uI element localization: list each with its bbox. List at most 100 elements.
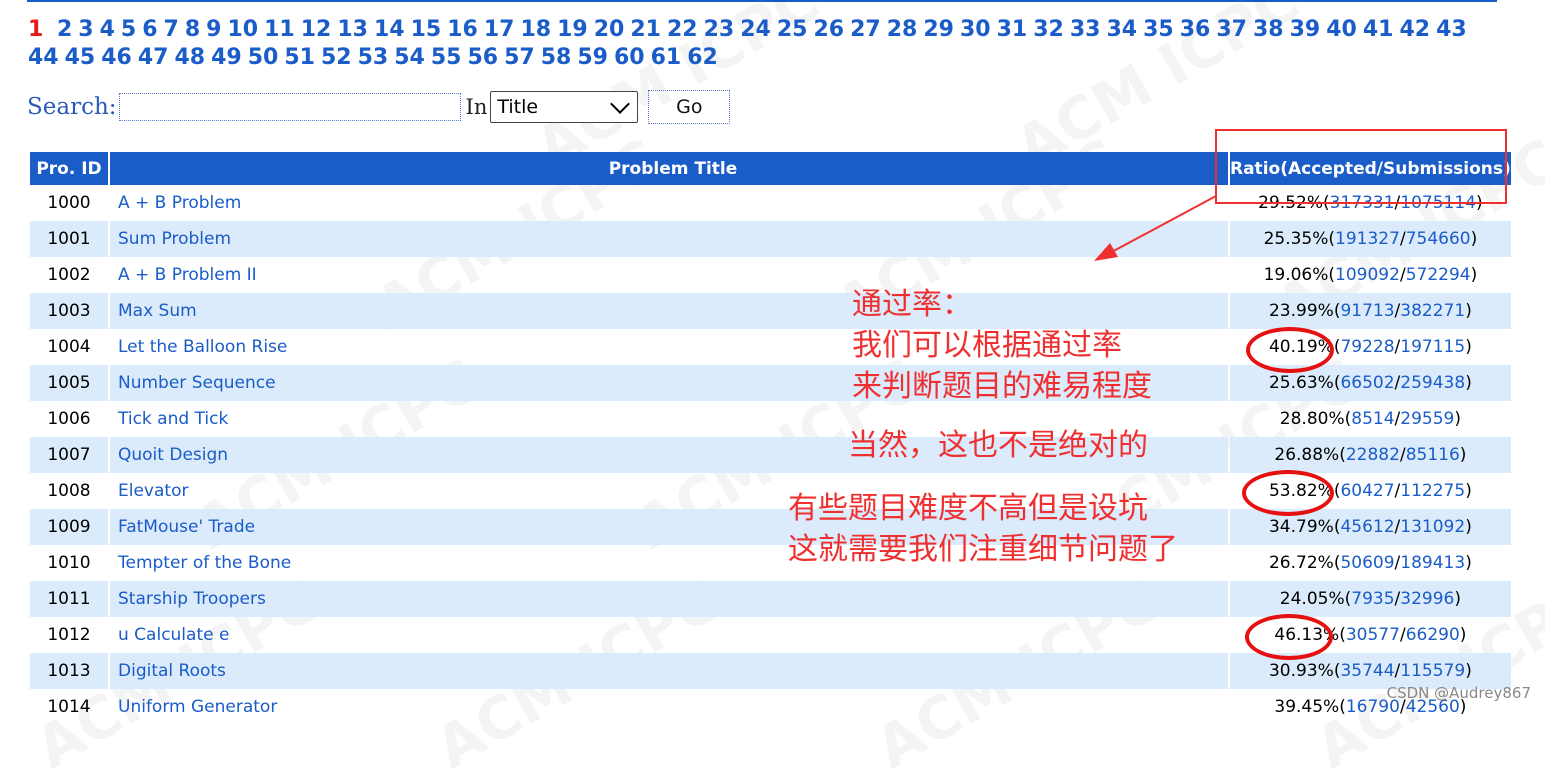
accepted-link[interactable]: 191327 <box>1335 229 1400 249</box>
page-link[interactable]: 30 <box>960 16 991 44</box>
page-link[interactable]: 29 <box>923 16 954 44</box>
page-link[interactable]: 54 <box>394 44 425 72</box>
page-link[interactable]: 45 <box>65 44 96 72</box>
page-link[interactable]: 20 <box>594 16 625 44</box>
accepted-link[interactable]: 45612 <box>1340 517 1394 537</box>
page-link[interactable]: 14 <box>374 16 405 44</box>
problem-title-link[interactable]: Starship Troopers <box>118 589 266 609</box>
page-link[interactable]: 16 <box>447 16 478 44</box>
page-link[interactable]: 47 <box>138 44 169 72</box>
accepted-link[interactable]: 66502 <box>1340 373 1394 393</box>
problem-title-link[interactable]: Uniform Generator <box>118 697 277 717</box>
page-link[interactable]: 34 <box>1106 16 1137 44</box>
problem-title-link[interactable]: Tempter of the Bone <box>118 553 291 573</box>
page-link[interactable]: 3 <box>78 16 93 44</box>
page-link[interactable]: 23 <box>704 16 735 44</box>
submissions-link[interactable]: 29559 <box>1400 409 1454 429</box>
page-link[interactable]: 50 <box>248 44 279 72</box>
page-link[interactable]: 42 <box>1399 16 1430 44</box>
problem-title-link[interactable]: FatMouse' Trade <box>118 517 255 537</box>
page-link[interactable]: 58 <box>541 44 572 72</box>
page-link[interactable]: 11 <box>264 16 295 44</box>
page-link[interactable]: 61 <box>651 44 682 72</box>
problem-title-link[interactable]: Max Sum <box>118 301 197 321</box>
accepted-link[interactable]: 22882 <box>1346 445 1400 465</box>
page-link[interactable]: 33 <box>1070 16 1101 44</box>
accepted-link[interactable]: 60427 <box>1340 481 1394 501</box>
submissions-link[interactable]: 32996 <box>1400 589 1454 609</box>
page-link[interactable]: 48 <box>175 44 206 72</box>
page-link[interactable]: 9 <box>206 16 221 44</box>
submissions-link[interactable]: 197115 <box>1400 337 1465 357</box>
submissions-link[interactable]: 115579 <box>1400 661 1465 681</box>
accepted-link[interactable]: 109092 <box>1335 265 1400 285</box>
problem-title-link[interactable]: u Calculate e <box>118 625 229 645</box>
page-link[interactable]: 21 <box>630 16 661 44</box>
page-link[interactable]: 39 <box>1290 16 1321 44</box>
problem-title-link[interactable]: Quoit Design <box>118 445 228 465</box>
problem-title-link[interactable]: Tick and Tick <box>118 409 228 429</box>
page-link[interactable]: 53 <box>358 44 389 72</box>
submissions-link[interactable]: 259438 <box>1400 373 1465 393</box>
page-link[interactable]: 10 <box>227 16 258 44</box>
page-link[interactable]: 18 <box>520 16 551 44</box>
page-link[interactable]: 37 <box>1216 16 1247 44</box>
page-link-current[interactable]: 1 <box>28 16 43 44</box>
page-link[interactable]: 8 <box>185 16 200 44</box>
page-link[interactable]: 2 <box>57 16 72 44</box>
search-field-select[interactable]: Title <box>490 91 639 123</box>
submissions-link[interactable]: 112275 <box>1400 481 1465 501</box>
page-link[interactable]: 60 <box>614 44 645 72</box>
page-link[interactable]: 28 <box>887 16 918 44</box>
page-link[interactable]: 49 <box>211 44 242 72</box>
accepted-link[interactable]: 79228 <box>1340 337 1394 357</box>
page-link[interactable]: 41 <box>1363 16 1394 44</box>
page-link[interactable]: 40 <box>1326 16 1357 44</box>
page-link[interactable]: 24 <box>740 16 771 44</box>
go-button[interactable]: Go <box>648 90 731 124</box>
page-link[interactable]: 12 <box>301 16 332 44</box>
search-input[interactable] <box>118 93 461 121</box>
submissions-link[interactable]: 382271 <box>1400 301 1465 321</box>
page-link[interactable]: 38 <box>1253 16 1284 44</box>
page-link[interactable]: 59 <box>577 44 608 72</box>
page-link[interactable]: 46 <box>101 44 132 72</box>
submissions-link[interactable]: 754660 <box>1406 229 1471 249</box>
page-link[interactable]: 22 <box>667 16 698 44</box>
problem-title-link[interactable]: Digital Roots <box>118 661 226 681</box>
page-link[interactable]: 6 <box>142 16 157 44</box>
problem-title-link[interactable]: Number Sequence <box>118 373 276 393</box>
page-link[interactable]: 56 <box>468 44 499 72</box>
page-link[interactable]: 7 <box>164 16 179 44</box>
accepted-link[interactable]: 30577 <box>1346 625 1400 645</box>
page-link[interactable]: 31 <box>997 16 1028 44</box>
submissions-link[interactable]: 189413 <box>1400 553 1465 573</box>
page-link[interactable]: 43 <box>1436 16 1467 44</box>
page-link[interactable]: 51 <box>284 44 315 72</box>
submissions-link[interactable]: 85116 <box>1406 445 1460 465</box>
problem-title-link[interactable]: Sum Problem <box>118 229 231 249</box>
page-link[interactable]: 55 <box>431 44 462 72</box>
page-link[interactable]: 5 <box>121 16 136 44</box>
problem-title-link[interactable]: Elevator <box>118 481 188 501</box>
page-link[interactable]: 19 <box>557 16 588 44</box>
page-link[interactable]: 32 <box>1033 16 1064 44</box>
page-link[interactable]: 44 <box>28 44 59 72</box>
page-link[interactable]: 62 <box>687 44 718 72</box>
page-link[interactable]: 57 <box>504 44 535 72</box>
submissions-link[interactable]: 66290 <box>1406 625 1460 645</box>
page-link[interactable]: 35 <box>1143 16 1174 44</box>
page-link[interactable]: 15 <box>411 16 442 44</box>
page-link[interactable]: 26 <box>813 16 844 44</box>
accepted-link[interactable]: 35744 <box>1340 661 1394 681</box>
page-link[interactable]: 52 <box>321 44 352 72</box>
accepted-link[interactable]: 7935 <box>1351 589 1394 609</box>
page-link[interactable]: 27 <box>850 16 881 44</box>
submissions-link[interactable]: 131092 <box>1400 517 1465 537</box>
accepted-link[interactable]: 8514 <box>1351 409 1394 429</box>
accepted-link[interactable]: 91713 <box>1340 301 1394 321</box>
page-link[interactable]: 36 <box>1180 16 1211 44</box>
submissions-link[interactable]: 572294 <box>1406 265 1471 285</box>
problem-title-link[interactable]: A + B Problem <box>118 193 241 213</box>
problem-title-link[interactable]: Let the Balloon Rise <box>118 337 287 357</box>
